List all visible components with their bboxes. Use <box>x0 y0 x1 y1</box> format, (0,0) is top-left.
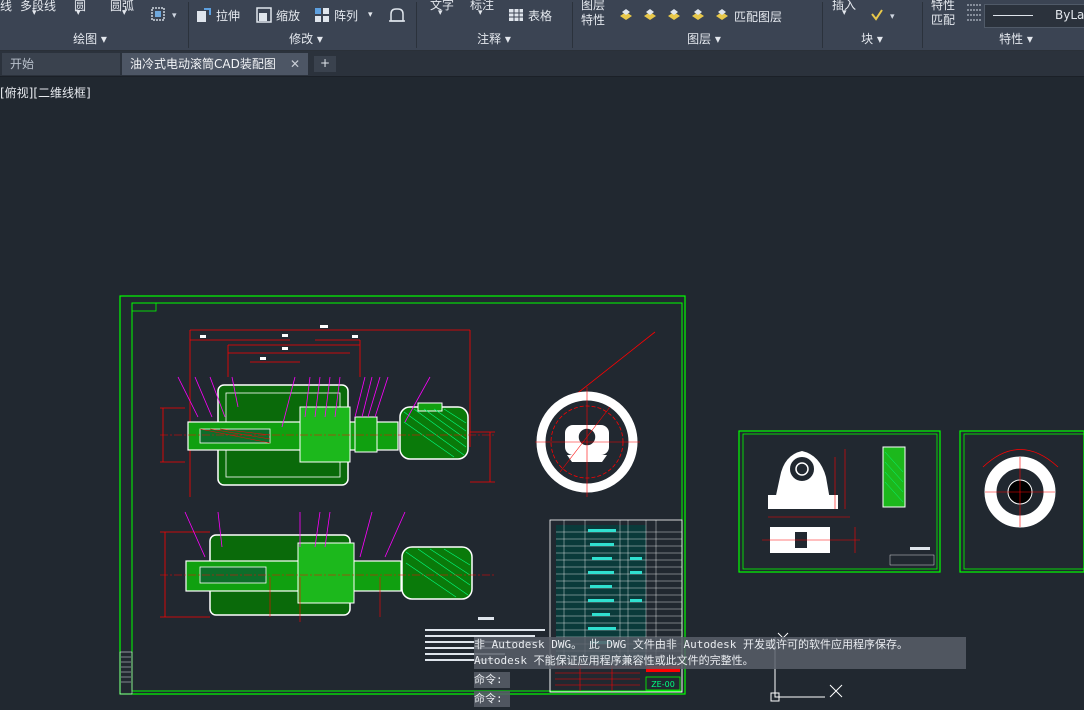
svg-text:▾: ▾ <box>890 12 895 22</box>
table-button[interactable]: 表格 <box>508 6 552 24</box>
ribbon: 线 多段线 圆 圆弧 ▾ ▾ ▾ ▾ 拉伸 缩放 阵列 ▾ 文字 标注 ▾ ▾ … <box>0 0 1084 51</box>
scale-button[interactable]: 缩放 <box>256 6 300 24</box>
tab-document-label: 油冷式电动滚筒CAD装配图 <box>130 57 276 71</box>
model-space-canvas[interactable]: ZE-00 <box>0 77 1084 710</box>
layers-panel-title[interactable]: 图层 ▾ <box>664 30 744 48</box>
command-history-line-2: Autodesk 不能保证应用程序兼容性或此文件的完整性。 <box>474 653 966 669</box>
end-view <box>535 387 640 497</box>
text-dropdown-icon[interactable]: ▾ <box>438 8 443 18</box>
layer-tools-icons[interactable] <box>618 6 728 24</box>
drawing-number: ZE-00 <box>651 680 675 689</box>
command-input[interactable]: 命令: <box>474 691 510 707</box>
close-icon[interactable]: ✕ <box>290 53 300 75</box>
command-history-line-3: 命令: <box>474 672 510 688</box>
polyline-tool[interactable]: 多段线 <box>20 0 56 14</box>
circle-dropdown-icon[interactable]: ▾ <box>76 8 81 18</box>
offset-icon[interactable] <box>388 6 406 24</box>
dimension-dropdown-icon[interactable]: ▾ <box>478 8 483 18</box>
lineweight-dropdown[interactable]: ByLay <box>984 4 1084 28</box>
edit-block-icon[interactable]: ▾ <box>870 6 900 24</box>
new-tab-button[interactable]: + <box>314 56 336 72</box>
properties-panel-title[interactable]: 特性 ▾ <box>976 30 1056 48</box>
tab-document[interactable]: 油冷式电动滚筒CAD装配图 ✕ <box>122 53 308 75</box>
stretch-icon <box>197 8 211 22</box>
layer-properties-label-2[interactable]: 特性 <box>581 11 605 28</box>
array-icon <box>315 8 329 22</box>
arc-dropdown-icon[interactable]: ▾ <box>122 8 127 18</box>
line-tool[interactable]: 线 <box>0 0 12 14</box>
polyline-dropdown-icon[interactable]: ▾ <box>32 8 37 18</box>
file-tab-bar: 开始 油冷式电动滚筒CAD装配图 ✕ + <box>0 51 1084 77</box>
table-icon <box>509 9 523 21</box>
svg-text:▾: ▾ <box>172 11 177 21</box>
rectangle-tool-icon[interactable]: ▾ <box>150 6 180 22</box>
block-panel-title[interactable]: 块 ▾ <box>832 30 912 48</box>
array-button[interactable]: 阵列 ▾ <box>314 6 373 24</box>
draw-panel-title[interactable]: 绘图 ▾ <box>50 30 130 48</box>
detail-sheet-3 <box>959 430 1084 573</box>
scale-icon <box>256 7 272 23</box>
bottom-view-assembly <box>160 511 495 622</box>
insert-dropdown-icon[interactable]: ▾ <box>842 8 847 18</box>
tab-start[interactable]: 开始 <box>2 53 120 75</box>
command-history-line-1: 非 Autodesk DWG。 此 DWG 文件由非 Autodesk 开发或许… <box>474 637 966 653</box>
stretch-button[interactable]: 拉伸 <box>196 6 240 24</box>
match-layer-button[interactable]: 匹配图层 <box>734 8 782 25</box>
annotate-panel-title[interactable]: 注释 ▾ <box>454 30 534 48</box>
lineweight-icon[interactable] <box>965 2 983 24</box>
modify-panel-title[interactable]: 修改 ▾ <box>266 30 346 48</box>
detail-sheet-2 <box>738 430 941 573</box>
match-properties-button[interactable]: 匹配 <box>931 11 955 28</box>
array-dropdown-icon[interactable]: ▾ <box>368 10 373 20</box>
